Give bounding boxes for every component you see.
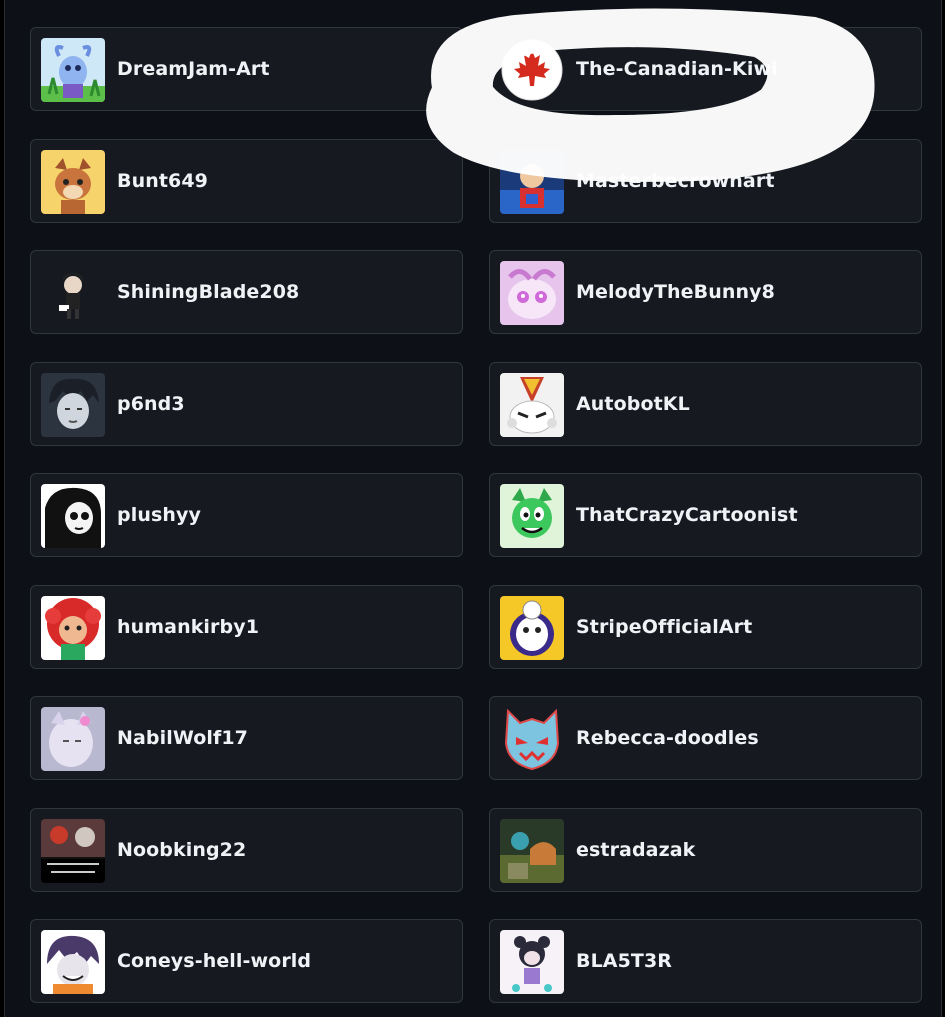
avatar — [41, 596, 105, 660]
user-card-thatcrazycartoonist[interactable]: ThatCrazyCartoonist — [489, 473, 922, 557]
avatar — [41, 261, 105, 325]
username: BLA5T3R — [576, 950, 673, 972]
username: humankirby1 — [117, 616, 260, 638]
user-card-masterbecrownart[interactable]: Masterbecrownart — [489, 139, 922, 223]
avatar — [41, 819, 105, 883]
avatar — [500, 373, 564, 437]
username: Noobking22 — [117, 839, 247, 861]
user-card-noobking22[interactable]: Noobking22 — [30, 808, 463, 892]
user-card-humankirby1[interactable]: humankirby1 — [30, 585, 463, 669]
user-card-shiningblade208[interactable]: ShiningBlade208 — [30, 250, 463, 334]
username: ThatCrazyCartoonist — [576, 504, 798, 526]
avatar — [500, 150, 564, 214]
username: StripeOfficialArt — [576, 616, 753, 638]
avatar — [500, 38, 564, 102]
avatar — [41, 707, 105, 771]
avatar — [500, 930, 564, 994]
username: Masterbecrownart — [576, 170, 775, 192]
user-list-panel: DreamJam-Art The-Canadian-Kiwi Bunt649 M… — [4, 0, 942, 1017]
avatar — [500, 819, 564, 883]
username: plushyy — [117, 504, 201, 526]
user-card-coneys-hell-world[interactable]: Coneys-hell-world — [30, 919, 463, 1003]
avatar — [500, 484, 564, 548]
avatar — [41, 38, 105, 102]
canada-flag-icon — [501, 39, 563, 101]
user-card-plushyy[interactable]: plushyy — [30, 473, 463, 557]
username: Bunt649 — [117, 170, 208, 192]
user-card-autobotkl[interactable]: AutobotKL — [489, 362, 922, 446]
username: DreamJam-Art — [117, 58, 270, 80]
username: MelodyTheBunny8 — [576, 281, 775, 303]
username: Rebecca-doodles — [576, 727, 759, 749]
user-card-bla5t3r[interactable]: BLA5T3R — [489, 919, 922, 1003]
user-card-melodythebunny8[interactable]: MelodyTheBunny8 — [489, 250, 922, 334]
username: AutobotKL — [576, 393, 690, 415]
username: NabilWolf17 — [117, 727, 249, 749]
user-card-the-canadian-kiwi[interactable]: The-Canadian-Kiwi — [489, 27, 922, 111]
user-card-nabilwolf17[interactable]: NabilWolf17 — [30, 696, 463, 780]
user-card-rebecca-doodles[interactable]: Rebecca-doodles — [489, 696, 922, 780]
username: p6nd3 — [117, 393, 185, 415]
username: Coneys-hell-world — [117, 950, 312, 972]
username: estradazak — [576, 839, 696, 861]
user-card-bunt649[interactable]: Bunt649 — [30, 139, 463, 223]
avatar — [500, 261, 564, 325]
user-card-dreamjam-art[interactable]: DreamJam-Art — [30, 27, 463, 111]
avatar — [41, 484, 105, 548]
avatar — [41, 930, 105, 994]
user-card-stripeofficialart[interactable]: StripeOfficialArt — [489, 585, 922, 669]
avatar — [41, 150, 105, 214]
username: The-Canadian-Kiwi — [576, 58, 778, 80]
avatar — [41, 373, 105, 437]
avatar — [500, 596, 564, 660]
user-card-p6nd3[interactable]: p6nd3 — [30, 362, 463, 446]
avatar — [500, 707, 564, 771]
user-card-estradazak[interactable]: estradazak — [489, 808, 922, 892]
username: ShiningBlade208 — [117, 281, 300, 303]
